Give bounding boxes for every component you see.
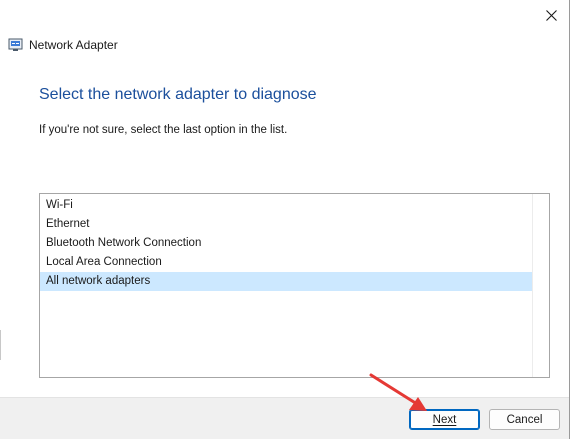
network-adapter-dialog: Network Adapter Select the network adapt… [0,0,570,439]
dialog-title-bar: Network Adapter [8,37,118,53]
list-item-local-area[interactable]: Local Area Connection [40,253,533,272]
dialog-title: Network Adapter [29,38,118,52]
list-item-all-adapters[interactable]: All network adapters [40,272,533,291]
list-item-wifi[interactable]: Wi-Fi [40,196,533,215]
window-edge-shadow [0,330,1,360]
next-button[interactable]: Next [409,409,480,430]
close-button[interactable] [539,4,563,26]
next-button-label: Next [432,413,457,426]
cancel-button[interactable]: Cancel [489,409,560,430]
page-title: Select the network adapter to diagnose [39,86,317,103]
network-adapter-icon [8,38,23,51]
listbox-scrollbar[interactable] [532,194,549,377]
list-item-ethernet[interactable]: Ethernet [40,215,533,234]
close-icon[interactable] [545,9,557,21]
adapter-listbox[interactable]: Wi-Fi Ethernet Bluetooth Network Connect… [39,193,550,378]
list-item-bluetooth[interactable]: Bluetooth Network Connection [40,234,533,253]
instruction-text: If you're not sure, select the last opti… [39,124,288,136]
dialog-footer: Next Cancel [0,397,569,439]
